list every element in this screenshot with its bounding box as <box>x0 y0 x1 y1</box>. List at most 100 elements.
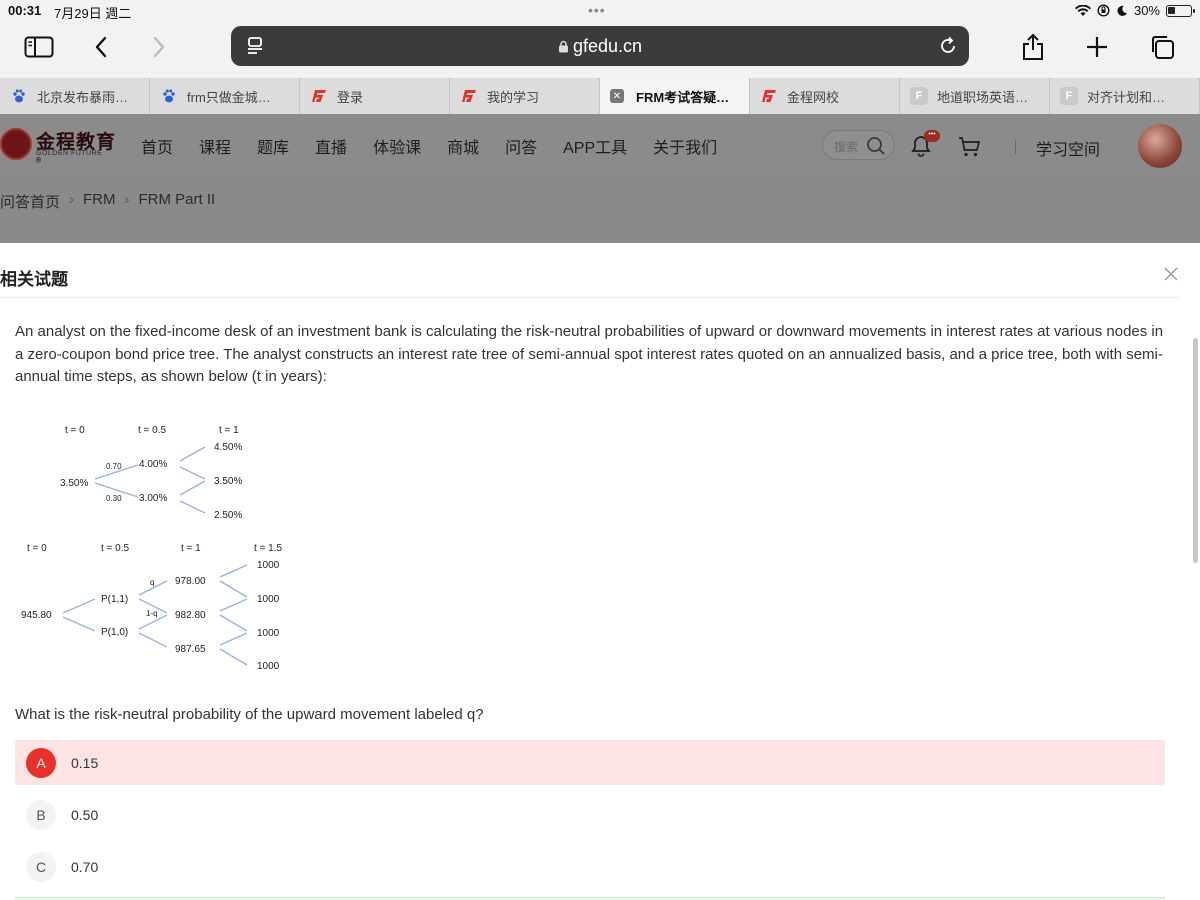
close-icon[interactable] <box>1163 266 1179 282</box>
price-prob-1-q: 1-q <box>146 609 158 618</box>
scrollbar[interactable] <box>1193 338 1198 563</box>
wifi-icon <box>1074 4 1091 16</box>
address-bar[interactable]: gfedu.cn <box>231 26 969 66</box>
tab-label: 地道职场英语… <box>937 89 1029 105</box>
breadcrumb-item[interactable]: 问答首页 <box>0 191 60 212</box>
option-value: 0.70 <box>71 858 99 875</box>
logo-subtext: GOLDEN FUTURE <box>36 150 103 157</box>
price-time-1: t = 0.5 <box>101 543 130 554</box>
baidu-paw-icon <box>160 87 178 105</box>
binomial-tree-figure: t = 0 t = 0.5 t = 1 3.50% 4.00% 3.00% 0.… <box>21 425 283 672</box>
breadcrumb: 问答首页 › FRM › FRM Part II <box>0 191 215 212</box>
tab-5[interactable]: ✕ FRM考试答疑… <box>600 78 750 114</box>
rate-time-1: t = 0.5 <box>138 425 167 436</box>
related-questions-panel: 相关试题 An analyst on the fixed-income desk… <box>0 243 1200 900</box>
tab-1[interactable]: 北京发布暴雨… <box>0 78 150 114</box>
forward-icon[interactable] <box>142 32 176 62</box>
chevron-right-icon: › <box>69 191 75 208</box>
search-icon[interactable] <box>866 136 886 156</box>
new-tab-icon[interactable] <box>1080 32 1114 62</box>
rate-end-up: 4.50% <box>214 442 242 453</box>
browser-toolbar: gfedu.cn <box>0 22 1200 78</box>
tab-4[interactable]: 我的学习 <box>450 78 600 114</box>
price-t15-4: 1000 <box>257 661 280 672</box>
rate-mid-down: 3.00% <box>139 493 167 504</box>
battery-percent: 30% <box>1133 3 1160 18</box>
price-time-3: t = 1.5 <box>254 543 283 554</box>
status-bar: 00:31 7月29日 週二 ••• 30% <box>0 0 1200 22</box>
nav-item-6[interactable]: 商城 <box>447 134 479 158</box>
rate-time-2: t = 1 <box>219 425 239 436</box>
tab-2[interactable]: frm只做金城… <box>150 78 300 114</box>
share-icon[interactable] <box>1016 32 1050 62</box>
breadcrumb-item[interactable]: FRM Part II <box>139 191 216 212</box>
price-t1-down: 987.65 <box>175 644 206 655</box>
rate-mid-up: 4.00% <box>139 459 167 470</box>
price-t1-mid: 982.80 <box>175 610 206 621</box>
battery-icon <box>1166 4 1195 17</box>
rate-time-0: t = 0 <box>65 425 85 436</box>
nav-item-3[interactable]: 题库 <box>257 134 289 158</box>
gf-logo-icon <box>310 87 328 105</box>
chevron-right-icon: › <box>124 191 130 208</box>
answer-option-c[interactable]: C 0.70 <box>15 844 1165 889</box>
tab-8[interactable]: F 对齐计划和… <box>1050 78 1200 114</box>
window-dots-icon[interactable]: ••• <box>588 2 606 18</box>
option-letter: B <box>26 799 56 830</box>
breadcrumb-item[interactable]: FRM <box>83 191 116 212</box>
price-time-2: t = 1 <box>181 543 201 554</box>
nav-item-1[interactable]: 首页 <box>141 134 173 158</box>
site-header: 金程教育® GOLDEN FUTURE 首页 课程 题库 直播 体验课 商城 问答 APP工具… <box>0 114 1200 174</box>
option-value: 0.50 <box>71 806 99 823</box>
price-t15-1: 1000 <box>257 560 280 571</box>
sidebar-toggle-icon[interactable] <box>22 32 56 62</box>
price-time-0: t = 0 <box>27 543 47 554</box>
logo-registered-mark: ® <box>36 157 43 165</box>
site-logo[interactable]: 金程教育® GOLDEN FUTURE <box>0 126 120 165</box>
baidu-paw-icon <box>10 87 28 105</box>
rate-end-mid: 3.50% <box>214 476 242 487</box>
tab-6[interactable]: 金程网校 <box>750 78 900 114</box>
question-text: An analyst on the fixed-income desk of a… <box>15 323 1164 385</box>
nav-item-2[interactable]: 课程 <box>199 134 231 158</box>
orientation-lock-icon <box>1097 4 1110 17</box>
rate-root: 3.50% <box>60 478 88 489</box>
status-date: 7月29日 週二 <box>54 6 132 21</box>
f-letter-icon: F <box>1060 87 1078 105</box>
nav-item-7[interactable]: 问答 <box>505 134 537 158</box>
nav-item-5[interactable]: 体验课 <box>373 134 421 158</box>
header-divider <box>1015 140 1016 154</box>
tab-overview-icon[interactable] <box>1145 32 1179 62</box>
panel-divider <box>0 297 1180 298</box>
back-icon[interactable] <box>84 32 118 62</box>
nav-item-9[interactable]: 关于我们 <box>653 134 717 158</box>
answer-option-b[interactable]: B 0.50 <box>15 792 1165 837</box>
notification-badge: ••• <box>924 130 940 142</box>
close-tab-icon[interactable]: ✕ <box>610 89 624 103</box>
tab-3[interactable]: 登录 <box>300 78 450 114</box>
answer-option-a[interactable]: A 0.15 <box>15 740 1165 785</box>
gf-logo-icon <box>460 87 478 105</box>
cart-icon[interactable] <box>958 136 982 158</box>
tab-label: frm只做金城… <box>187 89 271 105</box>
nav-item-4[interactable]: 直播 <box>315 134 347 158</box>
avatar[interactable] <box>1138 124 1182 168</box>
lock-icon <box>558 40 568 53</box>
tab-7[interactable]: F 地道职场英语… <box>900 78 1050 114</box>
study-space-link[interactable]: 学习空间 <box>1036 136 1100 160</box>
tab-label: 金程网校 <box>787 89 840 105</box>
rate-prob-up: 0.70 <box>106 462 122 471</box>
question-prompt: What is the risk-neutral probability of … <box>15 706 484 723</box>
moon-icon <box>1117 5 1127 16</box>
tab-bar: 北京发布暴雨… frm只做金城… 登录 我的学习 ✕ FRM考试答疑… 金程网校 F 地道职场英… <box>0 78 1200 114</box>
tab-label: FRM考试答疑… <box>636 89 730 105</box>
f-letter-icon: F <box>910 87 928 105</box>
search-placeholder: 搜索 <box>834 140 859 154</box>
nav-item-8[interactable]: APP工具 <box>563 134 627 158</box>
tab-label: 登录 <box>337 89 364 105</box>
breadcrumb-band: 问答首页 › FRM › FRM Part II <box>0 174 1200 243</box>
reload-icon[interactable] <box>937 35 959 57</box>
panel-title: 相关试题 <box>0 270 68 289</box>
search-box[interactable]: 搜索 <box>822 130 895 160</box>
tab-label: 北京发布暴雨… <box>37 89 129 105</box>
